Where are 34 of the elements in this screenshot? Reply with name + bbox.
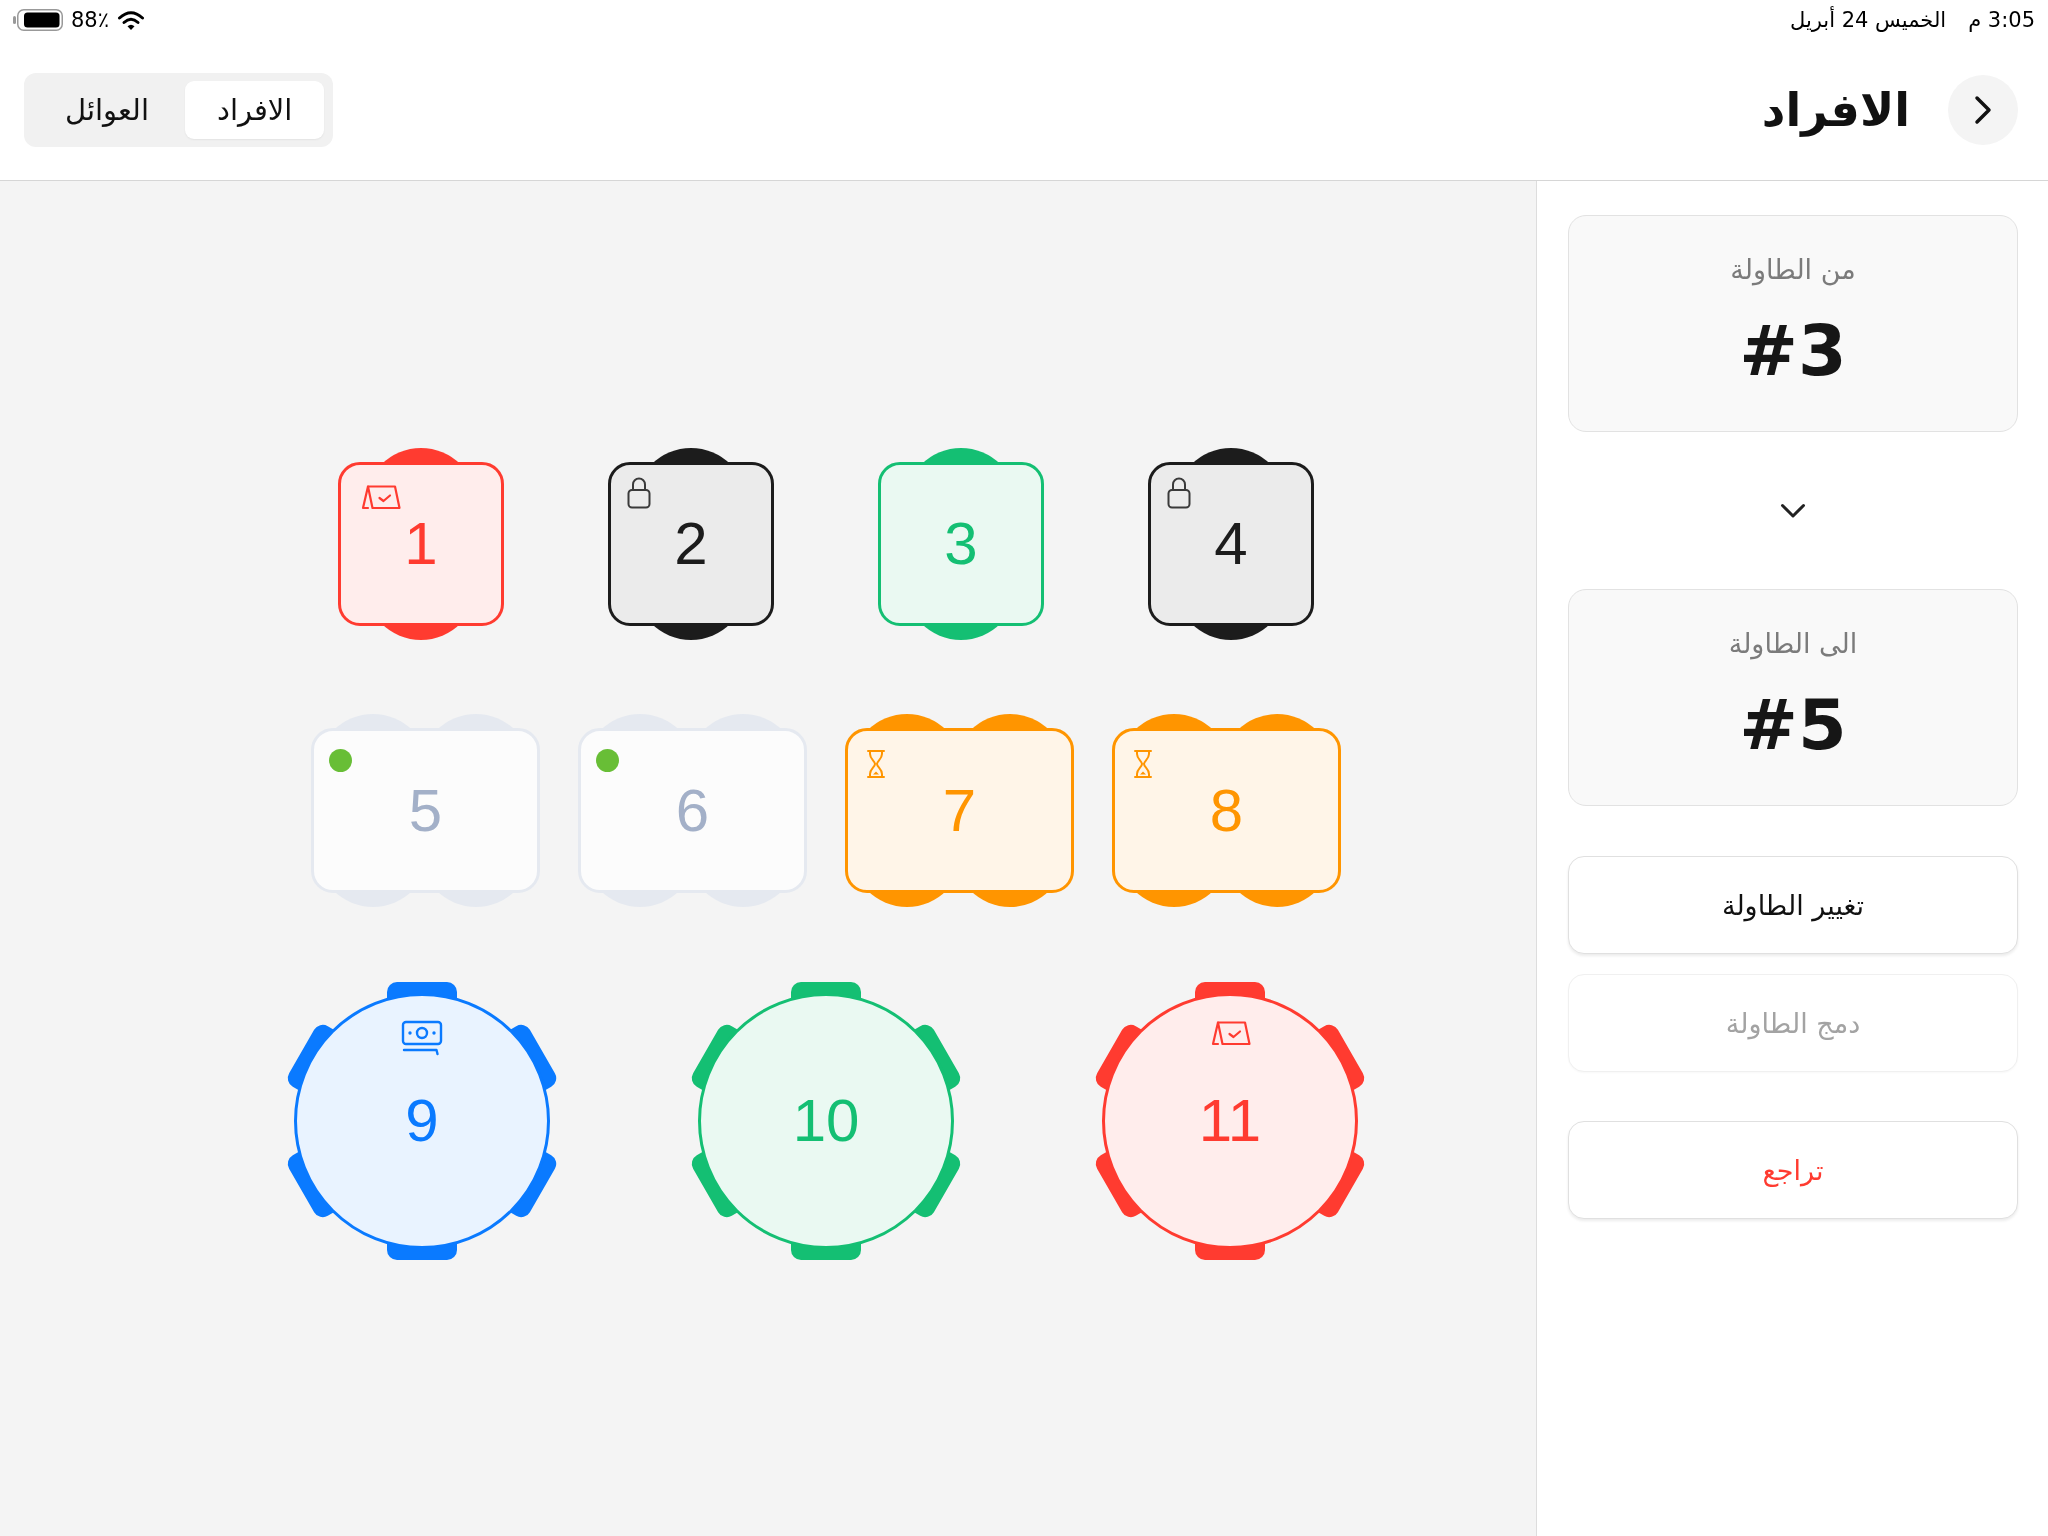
lock-icon — [626, 475, 652, 509]
table-number: 8 — [1209, 780, 1244, 841]
action-button[interactable]: تراجع — [1568, 1121, 2018, 1219]
table-number: 3 — [944, 514, 978, 574]
battery-icon — [13, 8, 63, 32]
card-label: الى الطاولة — [1728, 627, 1858, 662]
chevron-right-icon — [1973, 94, 1993, 126]
table-number: 10 — [792, 1091, 860, 1151]
card-label: من الطاولة — [1730, 253, 1856, 288]
banknote-icon — [401, 1020, 443, 1056]
hourglass-icon — [1132, 749, 1154, 779]
battery-percent: 88٪ — [71, 8, 109, 32]
segment-tab[interactable]: الافراد — [184, 81, 325, 139]
table-number: 9 — [405, 1091, 439, 1151]
status-dot-icon — [329, 749, 352, 772]
segment-tab[interactable]: العوائل — [33, 81, 181, 139]
hourglass-icon — [865, 749, 887, 779]
wifi-icon — [117, 9, 145, 31]
chevron-down-icon — [1780, 502, 1806, 519]
table-value: #5 — [1739, 685, 1847, 765]
page-title: الافراد — [1761, 83, 1910, 137]
table-number: 11 — [1198, 1091, 1262, 1151]
table-number: 1 — [404, 514, 438, 574]
table-number: 2 — [674, 514, 708, 574]
lock-icon — [1166, 475, 1192, 509]
table-number: 4 — [1214, 514, 1248, 574]
status-dot-icon — [596, 749, 619, 772]
table-value: #3 — [1739, 311, 1847, 391]
action-button[interactable]: تغيير الطاولة — [1568, 856, 2018, 954]
status-time: 3:05 م — [1968, 8, 2035, 32]
status-date: الخميس 24 أبريل — [1790, 8, 1947, 32]
table-number: 5 — [408, 780, 443, 841]
table-number: 7 — [942, 780, 977, 841]
table-number: 6 — [675, 780, 710, 841]
